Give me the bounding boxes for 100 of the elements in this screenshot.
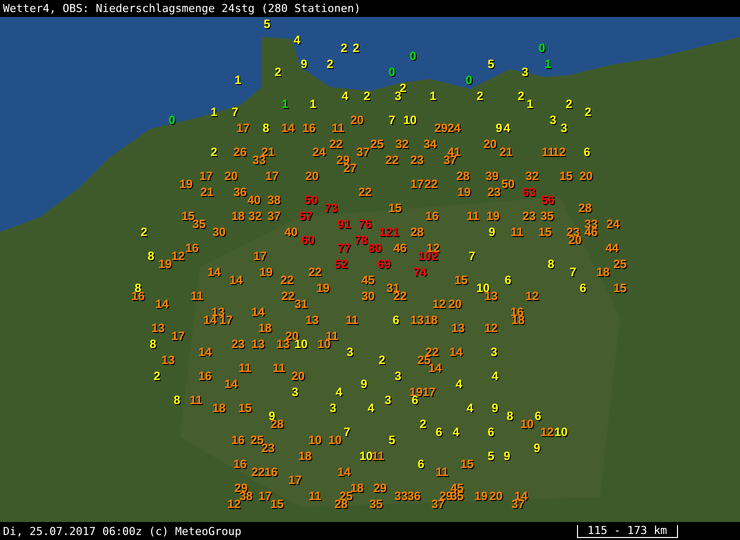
station-value: 3 (550, 114, 556, 126)
station-value: 28 (456, 170, 470, 182)
station-value: 14 (251, 306, 265, 318)
station-value: 36 (407, 490, 421, 502)
station-value: 11 (542, 146, 554, 158)
station-value: 4 (368, 402, 374, 414)
station-value: 45 (361, 274, 375, 286)
station-value: 1 (310, 98, 316, 110)
station-value: 2 (566, 98, 572, 110)
station-value: 9 (534, 442, 540, 454)
station-value: 16 (302, 122, 316, 134)
station-value: 22 (329, 138, 343, 150)
station-value: 11 (436, 466, 448, 478)
station-value: 52 (334, 258, 348, 270)
station-value: 4 (466, 402, 474, 414)
station-value: 20 (305, 170, 319, 182)
station-value: 22 (251, 466, 265, 478)
station-value: 14 (155, 298, 169, 310)
station-value: 2 (378, 354, 386, 366)
station-value: 20 (448, 298, 462, 310)
station-value: 14 (229, 274, 243, 286)
station-value: 25 (613, 258, 627, 270)
station-value: 18 (424, 314, 438, 326)
station-value: 35 (540, 210, 554, 222)
station-value: 77 (337, 242, 351, 254)
station-value: 16 (131, 290, 145, 302)
station-value: 17 (253, 250, 267, 262)
station-value: 16 (425, 210, 439, 222)
station-value: 32 (525, 170, 539, 182)
station-value: 3 (560, 122, 568, 134)
station-value: 11 (308, 490, 322, 502)
station-value: 3 (330, 402, 336, 414)
station-value: 10 (328, 434, 342, 446)
station-value: 2 (420, 418, 426, 430)
station-value: 3 (394, 370, 402, 382)
station-value: 37 (511, 498, 525, 510)
station-value: 40 (247, 194, 261, 206)
station-value: 11 (238, 362, 252, 374)
station-value: 1 (430, 90, 436, 102)
station-value: 15 (454, 274, 468, 286)
station-value: 44 (605, 242, 619, 254)
scale-bar: 115 - 173 km (576, 524, 678, 538)
station-value: 17 (288, 474, 302, 486)
station-value: 8 (548, 258, 554, 270)
station-value: 40 (284, 226, 298, 238)
station-value: 63 (522, 186, 536, 198)
station-value: 9 (300, 58, 308, 70)
station-value: 16 (185, 242, 199, 254)
station-value: 2 (476, 90, 484, 102)
station-value: 69 (377, 258, 391, 270)
station-value: 11 (272, 362, 286, 374)
station-value: 4 (336, 386, 342, 398)
station-value: 37 (356, 146, 370, 158)
station-value: 18 (258, 322, 272, 334)
station-value: 20 (224, 170, 238, 182)
station-value: 11 (346, 314, 358, 326)
station-value: 37 (267, 210, 281, 222)
station-value: 56 (541, 194, 555, 206)
station-value: 50 (304, 194, 318, 206)
station-value: 7 (468, 250, 476, 262)
station-value: 22 (308, 266, 322, 278)
station-value: 11 (466, 210, 480, 222)
station-value: 16 (198, 370, 212, 382)
station-value: 22 (358, 186, 372, 198)
station-value: 9 (504, 450, 510, 462)
station-value: 7 (570, 266, 576, 278)
station-value: 17 (265, 170, 279, 182)
station-value: 8 (506, 410, 514, 422)
station-value: 2 (364, 90, 370, 102)
station-value: 13 (305, 314, 319, 326)
station-value: 15 (559, 170, 573, 182)
station-value: 19 (179, 178, 193, 190)
station-value: 19 (457, 186, 471, 198)
station-value: 11 (190, 394, 202, 406)
station-value: 74 (413, 266, 427, 278)
station-value: 13 (151, 322, 165, 334)
station-value: 13 (251, 338, 265, 350)
station-value: 14 (449, 346, 463, 358)
station-value: 2 (210, 146, 218, 158)
station-value: 10 (554, 426, 568, 438)
station-value: 22 (280, 274, 294, 286)
station-value: 13 (161, 354, 175, 366)
station-value: 6 (584, 146, 590, 158)
station-value: 10 (403, 114, 417, 126)
station-value: 3 (384, 394, 392, 406)
station-value: 32 (248, 210, 262, 222)
station-value: 60 (301, 234, 315, 246)
station-value: 6 (534, 410, 542, 422)
station-value: 24 (606, 218, 620, 230)
station-value: 5 (264, 18, 270, 30)
station-value: 3 (490, 346, 498, 358)
station-value: 24 (447, 122, 461, 134)
station-value: 19 (409, 386, 423, 398)
station-value: 22 (385, 154, 399, 166)
station-value: 8 (148, 250, 154, 262)
station-value: 9 (488, 226, 496, 238)
station-value: 22 (424, 178, 438, 190)
station-value: 2 (340, 42, 348, 54)
station-value: 10 (308, 434, 322, 446)
station-value: 17 (422, 386, 436, 398)
